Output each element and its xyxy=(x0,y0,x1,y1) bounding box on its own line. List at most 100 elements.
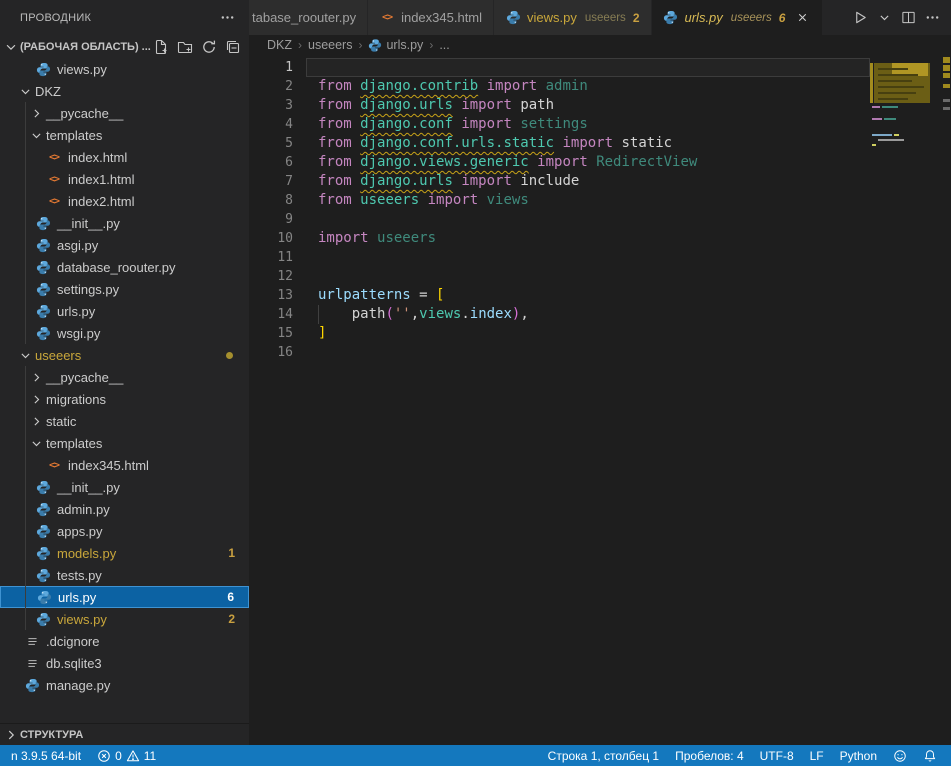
code-line-13[interactable]: 13urlpatterns = [ xyxy=(249,286,870,305)
outline-section-header[interactable]: СТРУКТУРА xyxy=(0,723,249,745)
new-file-button[interactable] xyxy=(153,39,169,55)
line-number: 1 xyxy=(249,58,306,77)
tab-directory-hint: useeers xyxy=(731,12,772,24)
refresh-explorer-button[interactable] xyxy=(201,39,217,55)
code-token: , xyxy=(520,306,528,322)
tree-item-label: __init__.py xyxy=(57,480,120,495)
language-mode-status-item[interactable]: Python xyxy=(832,745,885,766)
code-token: '' xyxy=(394,306,411,322)
code-line-9[interactable]: 9 xyxy=(249,210,870,229)
tree-item-admin.py[interactable]: admin.py xyxy=(0,498,249,520)
code-line-1[interactable]: 1 xyxy=(249,58,870,77)
tree-item-models.py[interactable]: models.py1 xyxy=(0,542,249,564)
code-line-3[interactable]: 3from django.urls import path xyxy=(249,96,870,115)
code-line-11[interactable]: 11 xyxy=(249,248,870,267)
tree-item-settings.py[interactable]: settings.py xyxy=(0,278,249,300)
tree-item-__init__.py[interactable]: __init__.py xyxy=(0,476,249,498)
code-line-15[interactable]: 15] xyxy=(249,324,870,343)
tab-urls.py[interactable]: urls.pyuseeers6 xyxy=(652,0,824,35)
tree-item-DKZ[interactable]: DKZ xyxy=(0,80,249,102)
minimap[interactable] xyxy=(870,55,936,745)
encoding-label: UTF-8 xyxy=(760,749,794,763)
code-line-6[interactable]: 6from django.views.generic import Redire… xyxy=(249,153,870,172)
python-version-indicator[interactable]: n 3.9.5 64-bit xyxy=(3,745,89,766)
code-token: useeers xyxy=(377,230,436,246)
tree-item-__pycache__[interactable]: __pycache__ xyxy=(0,366,249,388)
notifications-status-item[interactable] xyxy=(915,745,945,766)
run-button[interactable] xyxy=(852,9,869,26)
chevron-down-icon xyxy=(29,436,43,450)
python-icon xyxy=(35,479,51,495)
code-token: django.urls xyxy=(360,97,453,113)
tree-item-useeers[interactable]: useeers xyxy=(0,344,249,366)
feedback-status-item[interactable] xyxy=(885,745,915,766)
code-line-12[interactable]: 12 xyxy=(249,267,870,286)
line-content xyxy=(306,210,870,229)
tree-item-apps.py[interactable]: apps.py xyxy=(0,520,249,542)
tab-tabase_roouter.py[interactable]: tabase_roouter.py xyxy=(249,0,368,35)
split-editor-button[interactable] xyxy=(900,9,917,26)
line-content: from django.contrib import admin xyxy=(306,77,870,96)
new-folder-button[interactable] xyxy=(177,39,193,55)
workspace-section-header[interactable]: (РАБОЧАЯ ОБЛАСТЬ) ... xyxy=(0,35,249,58)
tree-item-index2.html[interactable]: <>index2.html xyxy=(0,190,249,212)
tree-item-index345.html[interactable]: <>index345.html xyxy=(0,454,249,476)
eol-status-item[interactable]: LF xyxy=(802,745,832,766)
code-line-4[interactable]: 4from django.conf import settings xyxy=(249,115,870,134)
code-editor[interactable]: 12from django.contrib import admin3from … xyxy=(249,55,951,745)
warning-count: 11 xyxy=(144,749,156,763)
line-content xyxy=(306,248,870,267)
tree-item-templates[interactable]: templates xyxy=(0,432,249,454)
code-token: from xyxy=(318,116,352,132)
code-token: from xyxy=(318,154,352,170)
code-line-7[interactable]: 7from django.urls import include xyxy=(249,172,870,191)
indentation-status-item[interactable]: Пробелов: 4 xyxy=(667,745,752,766)
tab-index345.html[interactable]: <>index345.html xyxy=(368,0,494,35)
tree-item-templates[interactable]: templates xyxy=(0,124,249,146)
tree-item-tests.py[interactable]: tests.py xyxy=(0,564,249,586)
tree-item-index1.html[interactable]: <>index1.html xyxy=(0,168,249,190)
explorer-more-actions-button[interactable] xyxy=(217,8,237,28)
line-number: 15 xyxy=(249,324,306,343)
python-icon xyxy=(35,281,51,297)
html-icon: <> xyxy=(46,193,62,209)
breadcrumb-item[interactable]: useeers xyxy=(308,38,352,52)
tree-item-manage.py[interactable]: manage.py xyxy=(0,674,249,696)
line-number: 10 xyxy=(249,229,306,248)
tab-close-button[interactable] xyxy=(793,9,811,27)
breadcrumb-item[interactable]: urls.py xyxy=(368,38,423,52)
code-line-8[interactable]: 8from useeers import views xyxy=(249,191,870,210)
code-line-14[interactable]: 14 path('',views.index), xyxy=(249,305,870,324)
tree-item-static[interactable]: static xyxy=(0,410,249,432)
tree-item-__init__.py[interactable]: __init__.py xyxy=(0,212,249,234)
code-line-5[interactable]: 5from django.conf.urls.static import sta… xyxy=(249,134,870,153)
cursor-position-status-item[interactable]: Строка 1, столбец 1 xyxy=(540,745,667,766)
tree-item-urls.py[interactable]: urls.py6 xyxy=(0,586,249,608)
tree-item-__pycache__[interactable]: __pycache__ xyxy=(0,102,249,124)
editor-more-actions-button[interactable] xyxy=(924,9,941,26)
tree-item-views.py[interactable]: views.py2 xyxy=(0,608,249,630)
code-line-16[interactable]: 16 xyxy=(249,343,870,362)
tree-item-db.sqlite3[interactable]: db.sqlite3 xyxy=(0,652,249,674)
collapse-folders-button[interactable] xyxy=(225,39,241,55)
line-number: 9 xyxy=(249,210,306,229)
tree-item-database_roouter.py[interactable]: database_roouter.py xyxy=(0,256,249,278)
tree-item-asgi.py[interactable]: asgi.py xyxy=(0,234,249,256)
tree-item-views.py[interactable]: views.py xyxy=(0,58,249,80)
code-line-2[interactable]: 2from django.contrib import admin xyxy=(249,77,870,96)
breadcrumb-item[interactable]: DKZ xyxy=(267,38,292,52)
run-dropdown-button[interactable] xyxy=(876,9,893,26)
tree-item-.dcignore[interactable]: .dcignore xyxy=(0,630,249,652)
code-token: views xyxy=(419,306,461,322)
tree-item-migrations[interactable]: migrations xyxy=(0,388,249,410)
warning-icon xyxy=(126,749,140,763)
problems-indicator[interactable]: 011 xyxy=(89,745,164,766)
tree-item-index.html[interactable]: <>index.html xyxy=(0,146,249,168)
code-token xyxy=(588,154,596,170)
tree-item-wsgi.py[interactable]: wsgi.py xyxy=(0,322,249,344)
tree-item-urls.py[interactable]: urls.py xyxy=(0,300,249,322)
breadcrumb-item[interactable]: ... xyxy=(439,38,449,52)
encoding-status-item[interactable]: UTF-8 xyxy=(752,745,802,766)
code-line-10[interactable]: 10import useeers xyxy=(249,229,870,248)
tab-views.py[interactable]: views.pyuseeers2 xyxy=(494,0,651,35)
